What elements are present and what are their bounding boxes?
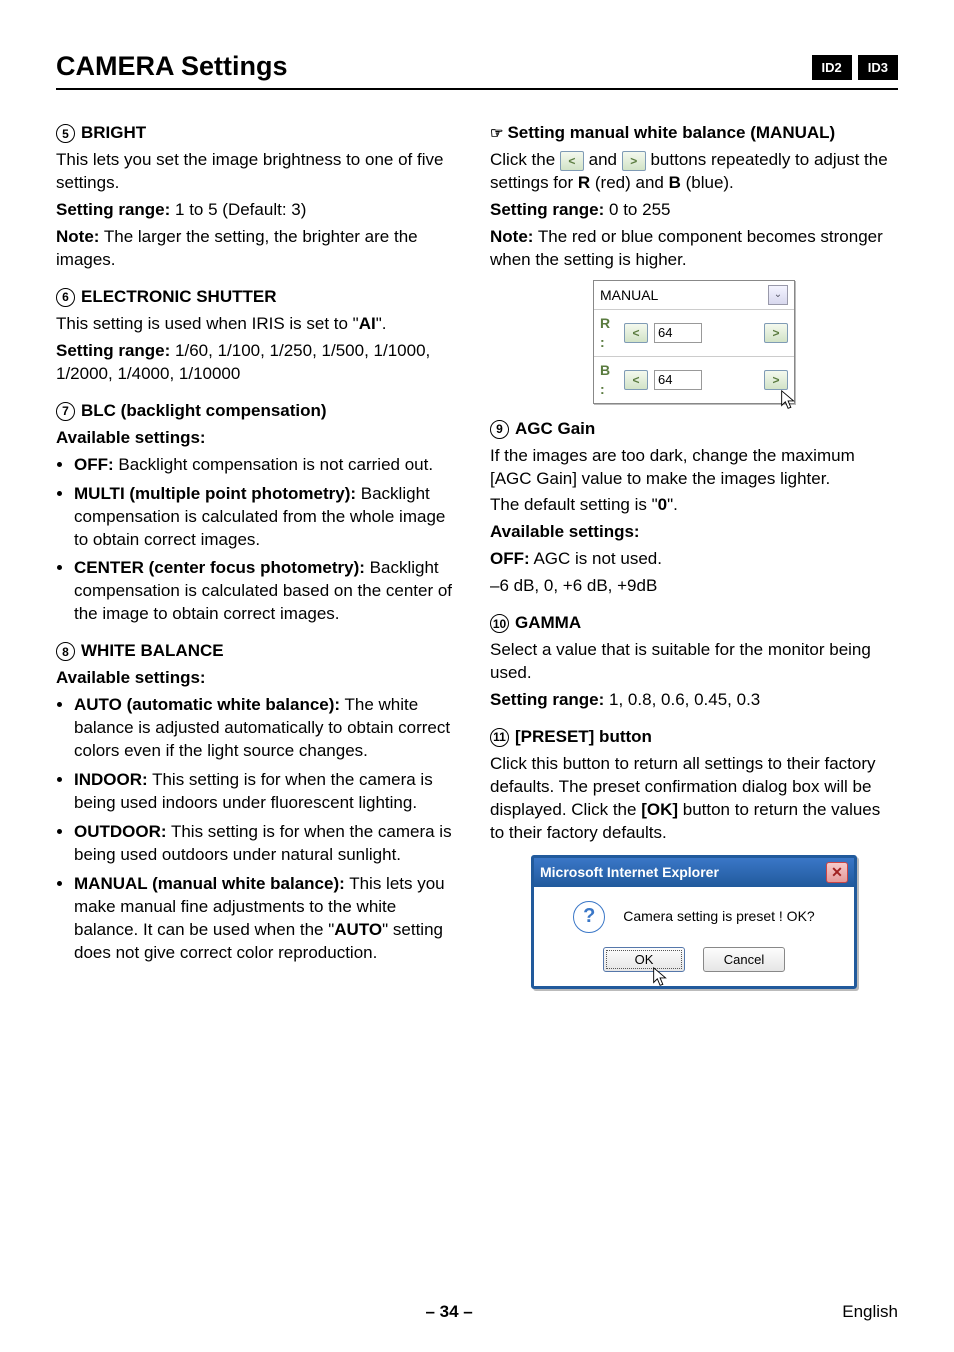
bright-range: 1 to 5 (Default: 3) (175, 200, 306, 219)
list-item: MULTI (multiple point photometry): Backl… (74, 483, 464, 552)
section-num-icon: 8 (56, 642, 75, 661)
dropdown-icon[interactable]: ⌄ (768, 285, 788, 305)
manual-wb-panel: MANUAL ⌄ R : < 64 > B : < 64 > (593, 280, 795, 404)
wb-panel-title: MANUAL (600, 286, 658, 305)
wb-r-inc-button[interactable]: > (764, 323, 788, 343)
page-number: – 34 – (425, 1301, 472, 1324)
blc-available-label: Available settings: (56, 427, 464, 450)
badge-id3: ID3 (858, 55, 898, 81)
preset-dialog: Microsoft Internet Explorer ✕ ? Camera s… (531, 855, 857, 989)
list-item: OUTDOOR: This setting is for when the ca… (74, 821, 464, 867)
list-item: CENTER (center focus photometry): Backli… (74, 557, 464, 626)
bright-range-label: Setting range: (56, 200, 170, 219)
list-item: INDOOR: This setting is for when the cam… (74, 769, 464, 815)
agc-available-label: Available settings: (490, 521, 898, 544)
list-item: MANUAL (manual white balance): This lets… (74, 873, 464, 965)
wb-available-label: Available settings: (56, 667, 464, 690)
section-title-blc: BLC (backlight compensation) (81, 400, 327, 423)
section-title-gamma: GAMMA (515, 612, 581, 635)
cursor-icon (650, 966, 672, 988)
manual-range-label: Setting range: (490, 200, 604, 219)
wb-r-value[interactable]: 64 (654, 323, 702, 343)
list-item: AUTO (automatic white balance): The whit… (74, 694, 464, 763)
agc-intro: If the images are too dark, change the m… (490, 445, 898, 491)
section-num-icon: 9 (490, 420, 509, 439)
left-arrow-button[interactable]: < (560, 151, 584, 171)
manual-note: The red or blue component becomes strong… (490, 227, 883, 269)
section-title-agc: AGC Gain (515, 418, 595, 441)
wb-b-label: B : (600, 361, 618, 399)
preset-intro: Click this button to return all settings… (490, 753, 898, 845)
wb-b-value[interactable]: 64 (654, 370, 702, 390)
list-item: OFF: Backlight compensation is not carri… (74, 454, 464, 477)
section-title-bright: BRIGHT (81, 122, 146, 145)
agc-off: OFF: AGC is not used. (490, 548, 898, 571)
hand-icon: ☞ (490, 125, 503, 142)
page-title: CAMERA Settings (56, 48, 288, 84)
section-num-icon: 6 (56, 288, 75, 307)
section-title-preset: [PRESET] button (515, 726, 652, 749)
wb-r-label: R : (600, 314, 618, 352)
gamma-range-label: Setting range: (490, 690, 604, 709)
agc-default: The default setting is "0". (490, 494, 898, 517)
question-icon: ? (573, 901, 605, 933)
right-arrow-button[interactable]: > (622, 151, 646, 171)
wb-r-dec-button[interactable]: < (624, 323, 648, 343)
language-label: English (842, 1301, 898, 1324)
agc-values: –6 dB, 0, +6 dB, +9dB (490, 575, 898, 598)
dialog-message: Camera setting is preset ! OK? (623, 907, 814, 926)
dialog-title: Microsoft Internet Explorer (540, 863, 719, 882)
section-num-icon: 5 (56, 124, 75, 143)
manual-wb-title: ☞Setting manual white balance (MANUAL) (490, 122, 898, 145)
cancel-button[interactable]: Cancel (703, 947, 785, 972)
shutter-range-label: Setting range: (56, 341, 170, 360)
wb-b-dec-button[interactable]: < (624, 370, 648, 390)
section-title-wb: WHITE BALANCE (81, 640, 224, 663)
bright-note-label: Note: (56, 227, 99, 246)
gamma-range: 1, 0.8, 0.6, 0.45, 0.3 (609, 690, 760, 709)
manual-wb-desc: Click the < and > buttons repeatedly to … (490, 149, 898, 195)
bright-intro: This lets you set the image brightness t… (56, 149, 464, 195)
shutter-intro: This setting is used when IRIS is set to… (56, 313, 464, 336)
bright-note: The larger the setting, the brighter are… (56, 227, 418, 269)
ok-button[interactable]: OK (603, 947, 685, 972)
manual-note-label: Note: (490, 227, 533, 246)
section-num-icon: 11 (490, 728, 509, 747)
close-icon[interactable]: ✕ (826, 862, 848, 883)
section-num-icon: 7 (56, 402, 75, 421)
manual-range: 0 to 255 (609, 200, 670, 219)
badge-id2: ID2 (812, 55, 852, 81)
section-num-icon: 10 (490, 614, 509, 633)
wb-b-inc-button[interactable]: > (764, 370, 788, 390)
cursor-icon (778, 389, 800, 411)
section-title-shutter: ELECTRONIC SHUTTER (81, 286, 277, 309)
gamma-intro: Select a value that is suitable for the … (490, 639, 898, 685)
